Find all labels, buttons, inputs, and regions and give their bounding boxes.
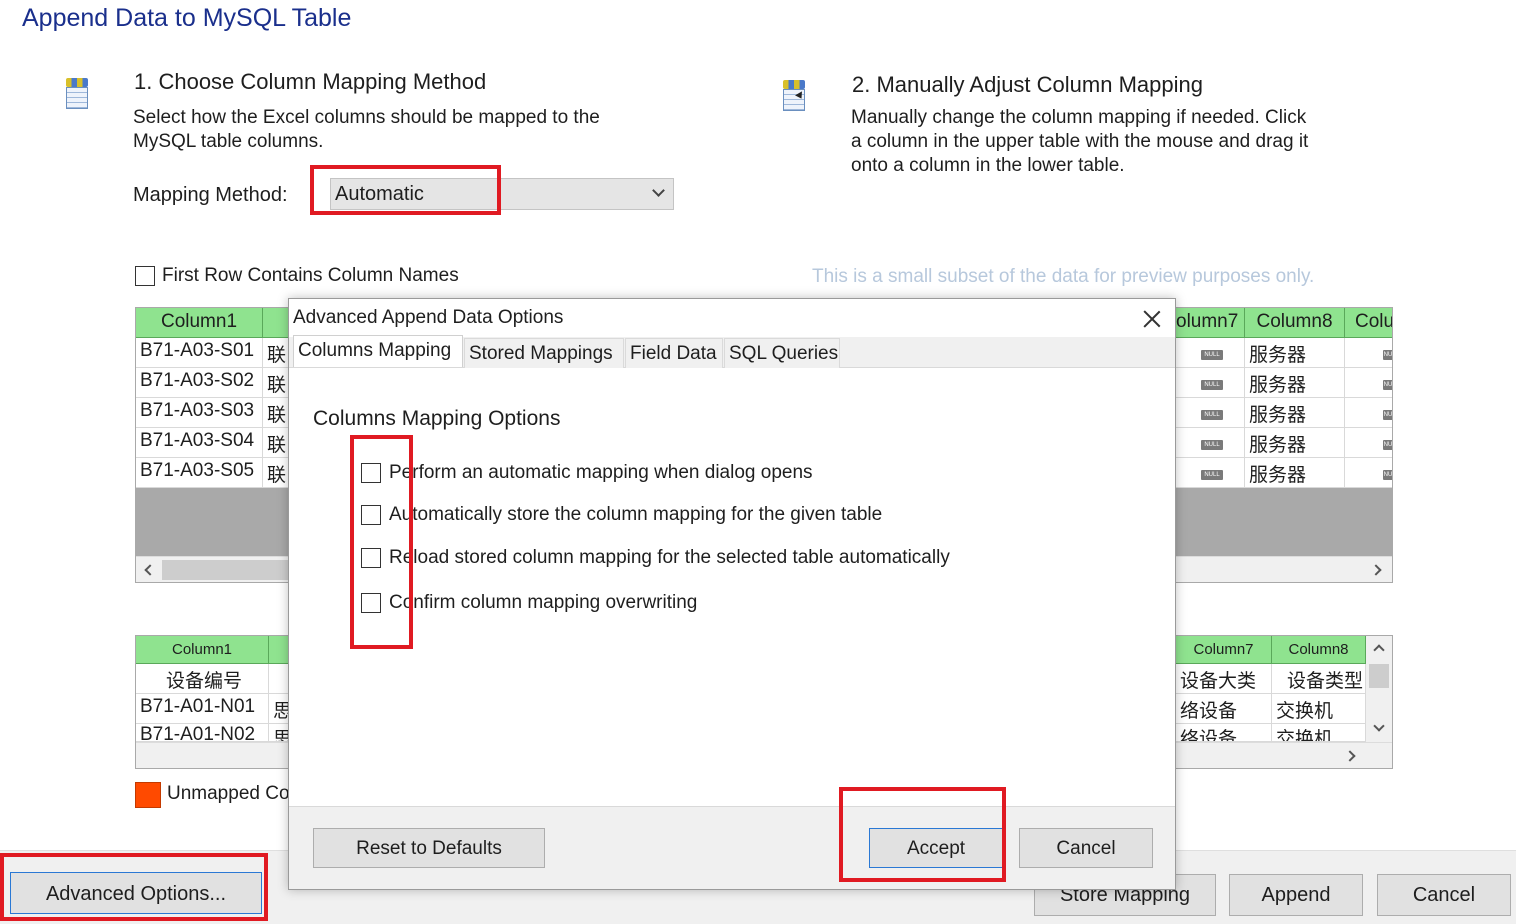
table-cell: 交换机 xyxy=(1272,724,1366,742)
preview-hint: This is a small subset of the data for p… xyxy=(812,266,1315,287)
highlight-checkboxes xyxy=(350,435,413,649)
highlight-accept xyxy=(839,787,1006,882)
first-row-checkbox[interactable] xyxy=(135,266,155,286)
auto-store-label: Automatically store the column mapping f… xyxy=(389,504,883,525)
highlight-mapping-method xyxy=(310,165,501,215)
scroll-up-icon[interactable] xyxy=(1373,644,1385,656)
table-cell: B71-A03-S05 xyxy=(136,458,263,488)
table-cell: 服务器 xyxy=(1245,368,1345,398)
section-title: Columns Mapping Options xyxy=(313,407,561,430)
table-cell: 服务器 xyxy=(1245,428,1345,458)
unmapped-legend-label: Unmapped Co xyxy=(167,783,290,804)
table-cell: B71-A03-S04 xyxy=(136,428,263,458)
null-cell: NU xyxy=(1345,368,1392,398)
null-cell: NU xyxy=(1345,428,1392,458)
null-cell: NULL xyxy=(1176,458,1245,488)
scroll-thumb[interactable] xyxy=(162,560,292,580)
table-cell: B71-A03-S02 xyxy=(136,368,263,398)
close-icon[interactable] xyxy=(1141,308,1163,330)
reset-defaults-button[interactable]: Reset to Defaults xyxy=(313,828,545,868)
null-cell: NU xyxy=(1345,458,1392,488)
table-cell: B71-A01-N01 xyxy=(136,694,269,724)
scroll-thumb[interactable] xyxy=(1369,664,1389,688)
table-cell: 设备类型 xyxy=(1272,664,1366,694)
scroll-down-icon[interactable] xyxy=(1373,720,1385,732)
null-cell: NULL xyxy=(1176,338,1245,368)
chevron-down-icon xyxy=(652,184,665,197)
tab-stored-mappings[interactable]: Stored Mappings xyxy=(464,338,624,368)
table-cell: 思 xyxy=(269,694,289,724)
lower-vertical-scrollbar[interactable] xyxy=(1366,636,1392,742)
lower-header-column2[interactable] xyxy=(269,636,289,664)
columns-mapping-panel xyxy=(289,367,1175,807)
upper-header-column7[interactable]: olumn7 xyxy=(1176,308,1245,338)
step1-heading: 1. Choose Column Mapping Method xyxy=(134,69,487,94)
confirm-overwrite-label: Confirm column mapping overwriting xyxy=(389,592,698,613)
cancel-button[interactable]: Cancel xyxy=(1377,874,1511,916)
table-cell: B71-A03-S03 xyxy=(136,398,263,428)
table-cell: 服务器 xyxy=(1245,338,1345,368)
tab-columns-mapping[interactable]: Columns Mapping xyxy=(293,335,463,367)
upper-header-column9[interactable]: Colu xyxy=(1345,308,1392,338)
table-cell: 络设备 xyxy=(1176,724,1272,742)
table-cell: 服务器 xyxy=(1245,458,1345,488)
table-cell: 思 xyxy=(269,724,289,742)
scroll-left-icon[interactable] xyxy=(144,564,156,576)
table-cell: 交换机 xyxy=(1272,694,1366,724)
dialog-cancel-button[interactable]: Cancel xyxy=(1019,828,1153,868)
mapping-method-icon xyxy=(64,78,90,112)
mapping-method-label: Mapping Method: xyxy=(133,184,288,206)
lower-header-column1[interactable]: Column1 xyxy=(136,636,269,664)
lower-header-column8[interactable]: Column8 xyxy=(1272,636,1366,664)
tab-sql-queries[interactable]: SQL Queries xyxy=(724,338,840,368)
step2-desc-line3: onto a column in the lower table. xyxy=(851,155,1125,176)
lower-header-column7[interactable]: Column7 xyxy=(1176,636,1272,664)
tab-field-data[interactable]: Field Data xyxy=(625,338,723,368)
scroll-right-icon[interactable] xyxy=(1344,750,1356,762)
reload-mapping-label: Reload stored column mapping for the sel… xyxy=(389,547,950,568)
step2-heading: 2. Manually Adjust Column Mapping xyxy=(852,72,1203,97)
dialog-title: Advanced Append Data Options xyxy=(293,307,564,328)
advanced-append-options-dialog: Advanced Append Data Options Columns Map… xyxy=(288,298,1176,890)
manual-mapping-icon xyxy=(781,80,807,114)
unmapped-color-swatch xyxy=(135,782,161,808)
auto-mapping-label: Perform an automatic mapping when dialog… xyxy=(389,462,813,483)
upper-header-column8[interactable]: Column8 xyxy=(1245,308,1345,338)
step2-desc-line2: a column in the upper table with the mou… xyxy=(851,131,1309,152)
table-cell: B71-A01-N02 xyxy=(136,724,269,742)
step1-desc-line1: Select how the Excel columns should be m… xyxy=(133,107,600,128)
append-button[interactable]: Append xyxy=(1229,874,1363,916)
scroll-right-icon[interactable] xyxy=(1370,564,1382,576)
table-cell: 络设备 xyxy=(1176,694,1272,724)
null-cell: NU xyxy=(1345,338,1392,368)
null-cell: NULL xyxy=(1176,428,1245,458)
step2-desc-line1: Manually change the column mapping if ne… xyxy=(851,107,1307,128)
null-cell: NU xyxy=(1345,398,1392,428)
table-cell: B71-A03-S01 xyxy=(136,338,263,368)
null-cell: NULL xyxy=(1176,398,1245,428)
upper-header-column1[interactable]: Column1 xyxy=(136,308,263,338)
table-cell: 设备编号 xyxy=(136,664,269,694)
null-cell: NULL xyxy=(1176,368,1245,398)
table-cell xyxy=(269,664,289,694)
table-cell: 设备大类 xyxy=(1176,664,1272,694)
window-title: Append Data to MySQL Table xyxy=(22,4,352,32)
first-row-label: First Row Contains Column Names xyxy=(162,265,459,286)
table-cell: 服务器 xyxy=(1245,398,1345,428)
highlight-advanced-options xyxy=(0,853,268,921)
step1-desc-line2: MySQL table columns. xyxy=(133,131,324,152)
